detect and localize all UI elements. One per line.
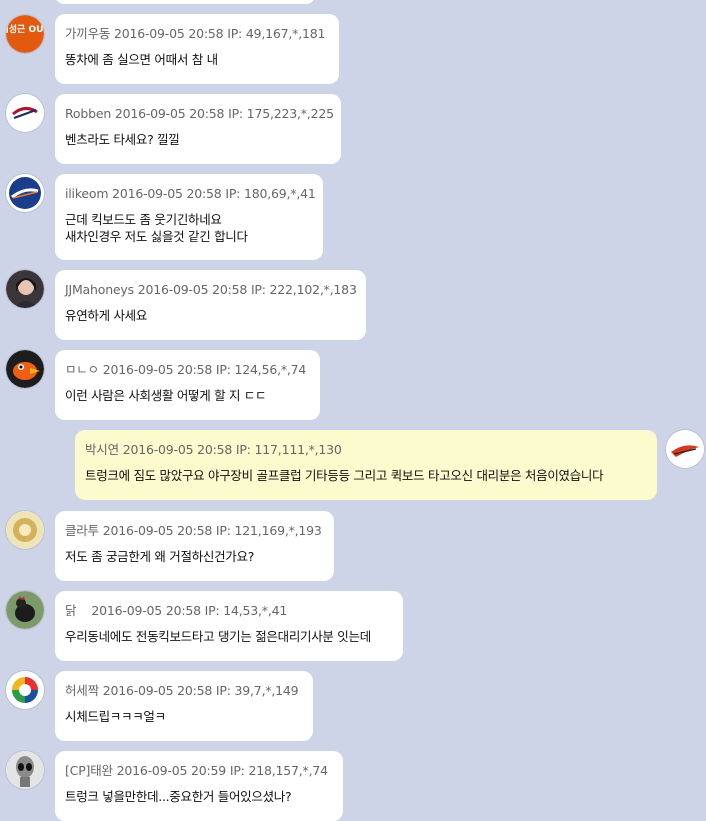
alien-avatar[interactable] (6, 751, 44, 789)
comment-ip: IP: 39,7,*,149 (215, 683, 299, 698)
comment-nickname[interactable]: ㅁㄴㅇ (65, 362, 99, 377)
comment-nickname[interactable]: 허세짝 (65, 683, 99, 698)
comment-ip: IP: 121,169,*,193 (215, 523, 322, 538)
comment-bubble: 클라투 2016-09-05 20:58 IP: 121,169,*,193 저… (55, 511, 334, 581)
comment-timestamp: 2016-09-05 20:58 (102, 362, 213, 377)
comment-ip: IP: 218,157,*,74 (229, 763, 328, 778)
comment-text: 우리동네에도 전동킥보드타고 댕기는 젊은대리기사분 잇는데 (65, 629, 371, 644)
comment-ip: IP: 124,56,*,74 (215, 362, 307, 377)
previous-bubble-edge (55, 0, 315, 4)
comment-timestamp: 2016-09-05 20:58 (122, 442, 233, 457)
comment-text: 근데 킥보드도 좀 웃기긴하네요 새차인경우 저도 싫을것 같긴 합니다 (65, 212, 248, 244)
comment-timestamp: 2016-09-05 20:58 (102, 683, 213, 698)
comment-timestamp: 2016-09-05 20:58 (112, 186, 222, 201)
comment-nickname[interactable]: Robben (65, 106, 111, 121)
braves-logo-avatar[interactable] (6, 94, 44, 132)
comment-bubble: 닭 2016-09-05 20:58 IP: 14,53,*,41 우리동네에도… (55, 591, 403, 661)
comment-meta: 가끼우동 2016-09-05 20:58 IP: 49,167,*,181 (65, 25, 325, 43)
comment-text: 저도 좀 궁금한게 왜 거절하신건가요? (65, 549, 255, 564)
gold-emblem-avatar[interactable] (6, 511, 44, 549)
comment-timestamp: 2016-09-05 20:58 (113, 26, 224, 41)
comment-meta: ilikeom 2016-09-05 20:58 IP: 180,69,*,41 (65, 185, 316, 203)
comment-bubble: Robben 2016-09-05 20:58 IP: 175,223,*,22… (55, 94, 341, 164)
comment-bubble: ilikeom 2016-09-05 20:58 IP: 180,69,*,41… (55, 174, 323, 260)
comment-text: 시체드립ㅋㅋㅋ얼ㅋ (65, 709, 166, 724)
comment-meta: ㅁㄴㅇ 2016-09-05 20:58 IP: 124,56,*,74 (65, 361, 306, 379)
person-photo-avatar[interactable] (6, 270, 44, 308)
comment-ip: IP: 180,69,*,41 (225, 186, 316, 201)
comment-meta: 닭 2016-09-05 20:58 IP: 14,53,*,41 (65, 602, 389, 620)
comment-text: 트렁크에 짐도 많았구요 야구장비 골프클럽 기타등등 그리고 퀵보드 타고오신… (85, 468, 604, 483)
rooster-avatar[interactable] (6, 591, 44, 629)
comment-nickname[interactable]: 가끼우동 (65, 26, 110, 41)
comment-text: 이런 사람은 사회생활 어떻게 할 지 ㄷㄷ (65, 388, 267, 403)
eagles-logo-avatar[interactable] (666, 430, 704, 468)
comment-nickname[interactable]: [CP]태완 (65, 763, 113, 778)
comment-meta: [CP]태완 2016-09-05 20:59 IP: 218,157,*,74 (65, 762, 329, 780)
comment-timestamp: 2016-09-05 20:59 (116, 763, 227, 778)
orioles-bird-avatar[interactable] (6, 350, 44, 388)
comment-text: 트렁크 넣을만한데...중요한거 들어있으셨나? (65, 789, 292, 804)
comment-nickname[interactable]: ilikeom (65, 186, 109, 201)
comment-text: 벤츠라도 타세요? 낄낄 (65, 132, 180, 147)
comment-bubble: [CP]태완 2016-09-05 20:59 IP: 218,157,*,74… (55, 751, 343, 821)
comment-timestamp: 2016-09-05 20:58 (114, 106, 225, 121)
avatar-label: 김성근 OUT (6, 23, 44, 35)
wbc-logo-avatar[interactable] (6, 671, 44, 709)
comment-bubble: 박시연 2016-09-05 20:58 IP: 117,111,*,130 트… (75, 430, 657, 500)
comment-timestamp: 2016-09-05 20:58 (91, 603, 201, 618)
comment-nickname[interactable]: JJMahoneys (65, 282, 134, 297)
comment-timestamp: 2016-09-05 20:58 (137, 282, 248, 297)
comment-text: 똥차에 좀 실으면 어때서 참 내 (65, 52, 218, 67)
kim-sung-geun-out-avatar[interactable]: 김성근 OUT (6, 15, 44, 53)
comment-meta: 클라투 2016-09-05 20:58 IP: 121,169,*,193 (65, 522, 322, 540)
mets-logo-avatar[interactable] (6, 174, 44, 212)
comment-ip: IP: 222,102,*,183 (250, 282, 357, 297)
comment-meta: 박시연 2016-09-05 20:58 IP: 117,111,*,130 (85, 441, 643, 459)
comment-bubble: 허세짝 2016-09-05 20:58 IP: 39,7,*,149 시체드립… (55, 671, 313, 741)
comment-ip: IP: 117,111,*,130 (235, 442, 342, 457)
comment-timestamp: 2016-09-05 20:58 (102, 523, 213, 538)
comment-nickname[interactable]: 클라투 (65, 523, 99, 538)
comment-meta: 허세짝 2016-09-05 20:58 IP: 39,7,*,149 (65, 682, 299, 700)
comment-ip: IP: 175,223,*,225 (228, 106, 334, 121)
comment-bubble: 가끼우동 2016-09-05 20:58 IP: 49,167,*,181 똥… (55, 14, 339, 84)
comment-ip: IP: 14,53,*,41 (204, 603, 288, 618)
comment-ip: IP: 49,167,*,181 (227, 26, 326, 41)
comment-nickname[interactable]: 박시연 (85, 442, 119, 457)
comment-text: 유연하게 사세요 (65, 308, 148, 323)
comment-bubble: JJMahoneys 2016-09-05 20:58 IP: 222,102,… (55, 270, 366, 340)
comment-nickname[interactable]: 닭 (65, 603, 77, 618)
comment-meta: JJMahoneys 2016-09-05 20:58 IP: 222,102,… (65, 281, 357, 299)
comment-bubble: ㅁㄴㅇ 2016-09-05 20:58 IP: 124,56,*,74 이런 … (55, 350, 320, 420)
comment-meta: Robben 2016-09-05 20:58 IP: 175,223,*,22… (65, 105, 334, 123)
